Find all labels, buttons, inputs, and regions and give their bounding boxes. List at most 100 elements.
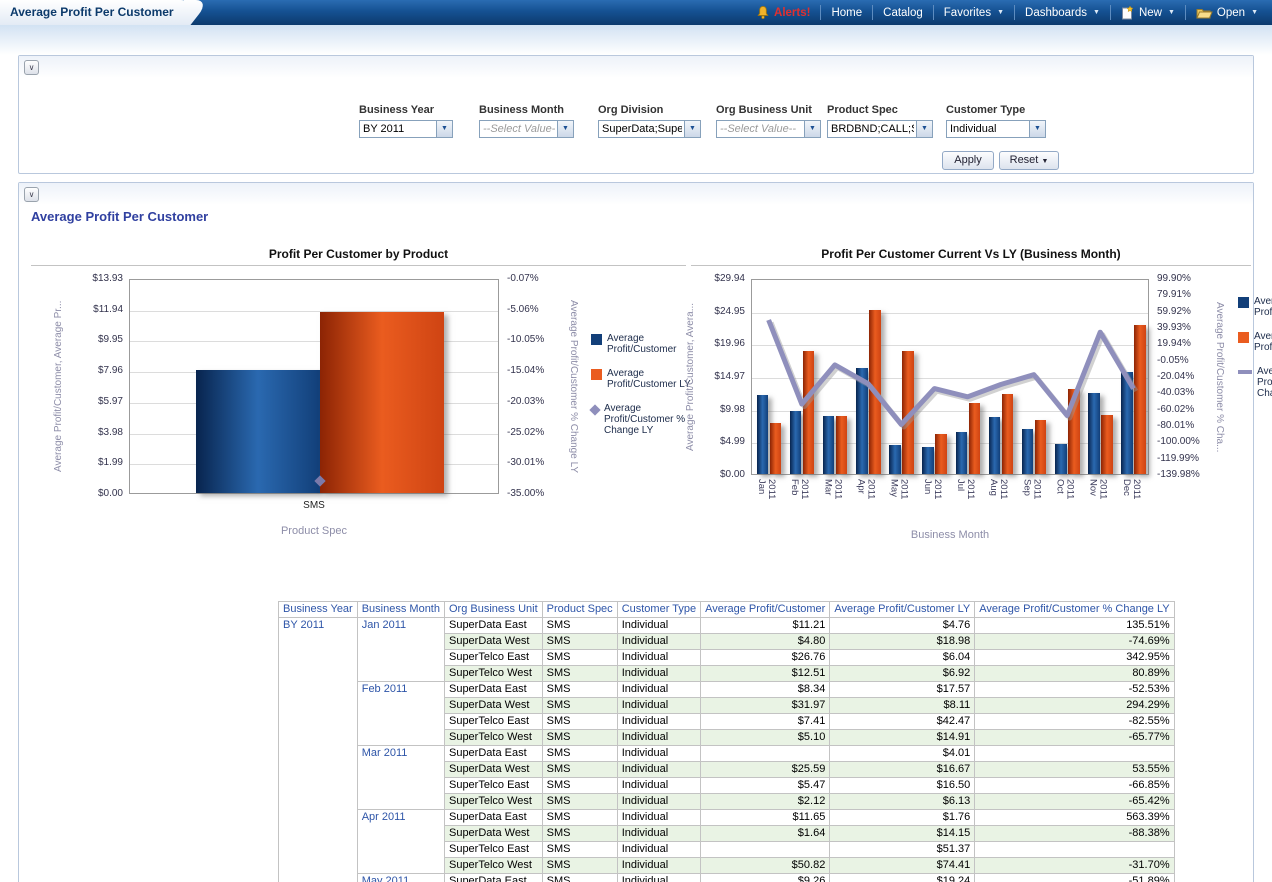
dropdown-arrow-icon[interactable]: ▼ [804, 121, 820, 137]
table-cell: SuperTelco West [444, 794, 542, 810]
bell-icon [756, 5, 770, 20]
legend-swatch [1238, 297, 1249, 308]
table-cell [975, 842, 1174, 858]
right-axis-tick: -119.99% [1157, 453, 1199, 464]
table-cell: -74.69% [975, 634, 1174, 650]
dropdown-arrow-icon[interactable]: ▼ [436, 121, 452, 137]
dashboard-page-tab[interactable]: Average Profit Per Customer [0, 0, 190, 25]
table-cell: SuperData East [444, 618, 542, 634]
left-axis-tick: $19.96 [695, 338, 745, 349]
plot-area [129, 279, 499, 494]
chart-title-underline [691, 265, 1251, 266]
dropdown-arrow-icon[interactable]: ▼ [1029, 121, 1045, 137]
filter-group-2: Org DivisionSuperData;Super▼ [598, 104, 701, 138]
table-cell: $11.65 [701, 810, 830, 826]
collapse-panel-button[interactable]: ∨ [24, 60, 39, 75]
left-axis-tick: $11.94 [65, 304, 123, 315]
nav-item-new[interactable]: New▼ [1111, 4, 1185, 21]
table-cell: Individual [617, 762, 700, 778]
table-cell: -65.42% [975, 794, 1174, 810]
x-category-label: May 2011 [889, 479, 909, 527]
filter-select-customer-type[interactable]: Individual▼ [946, 120, 1046, 138]
dropdown-arrow-icon[interactable]: ▼ [916, 121, 932, 137]
table-cell: $74.41 [830, 858, 975, 874]
table-cell: $6.04 [830, 650, 975, 666]
chart-profit-per-customer-by-product: Profit Per Customer by Product$13.93$11.… [31, 241, 686, 571]
legend-item: Average Profit/Customer % Change LY [591, 403, 691, 436]
x-category-label: Jan 2011 [756, 479, 776, 527]
dropdown-arrow-icon[interactable]: ▼ [557, 121, 573, 137]
legend-swatch [589, 404, 600, 415]
right-axis-tick: -5.06% [507, 304, 539, 315]
column-header: Org Business Unit [444, 602, 542, 618]
filter-select-product-spec[interactable]: BRDBND;CALL;SM▼ [827, 120, 933, 138]
filter-select-business-month[interactable]: --Select Value--▼ [479, 120, 574, 138]
column-header: Product Spec [542, 602, 617, 618]
filter-label: Product Spec [827, 104, 933, 116]
report-title: Average Profit Per Customer [31, 209, 208, 224]
table-cell: Individual [617, 794, 700, 810]
table-cell: SMS [542, 682, 617, 698]
alerts-item[interactable]: Alerts! [746, 4, 820, 21]
table-cell: Individual [617, 634, 700, 650]
apply-button[interactable]: Apply [942, 151, 994, 170]
table-cell: 80.89% [975, 666, 1174, 682]
table-cell: SuperData West [444, 762, 542, 778]
table-row: Feb 2011SuperData EastSMSIndividual$8.34… [279, 682, 1175, 698]
nav-item-favorites[interactable]: Favorites▼ [934, 4, 1014, 21]
table-cell: 135.51% [975, 618, 1174, 634]
table-cell: $42.47 [830, 714, 975, 730]
table-cell: SMS [542, 618, 617, 634]
x-category-label: Oct 2011 [1055, 479, 1075, 527]
table-cell: SuperTelco East [444, 778, 542, 794]
legend-label: Average Profit/Customer LY [1254, 331, 1272, 353]
caret-down-icon: ▼ [1093, 9, 1100, 16]
filter-select-org-division[interactable]: SuperData;Super▼ [598, 120, 701, 138]
nav-item-catalog[interactable]: Catalog [873, 4, 933, 21]
table-cell: 563.39% [975, 810, 1174, 826]
nav-item-home[interactable]: Home [821, 4, 872, 21]
left-axis-tick: $9.95 [65, 334, 123, 345]
table-cell: $25.59 [701, 762, 830, 778]
right-axis-tick: -40.03% [1157, 387, 1194, 398]
table-cell: $16.50 [830, 778, 975, 794]
table-cell: Individual [617, 650, 700, 666]
reset-button[interactable]: Reset ▼ [999, 151, 1059, 170]
table-cell: $51.37 [830, 842, 975, 858]
nav-item-dashboards[interactable]: Dashboards▼ [1015, 4, 1110, 21]
business-month-cell: Apr 2011 [357, 810, 444, 874]
filter-select-business-year[interactable]: BY 2011▼ [359, 120, 453, 138]
table-cell: 342.95% [975, 650, 1174, 666]
filter-group-3: Org Business Unit--Select Value--▼ [716, 104, 821, 138]
dropdown-arrow-icon[interactable]: ▼ [684, 121, 700, 137]
right-axis-tick: -139.98% [1157, 469, 1200, 480]
pct-change-line [752, 280, 1150, 476]
report-panel: ∨ Average Profit Per Customer Profit Per… [18, 182, 1254, 882]
caret-down-icon: ▼ [997, 9, 1004, 16]
table-cell: SuperTelco East [444, 842, 542, 858]
legend-item: Average Profit/Customer LY [1238, 331, 1272, 353]
table-cell: Individual [617, 778, 700, 794]
legend-label: Average Profit/Customer [1254, 296, 1272, 318]
legend-item: Average Profit/Customer [591, 333, 691, 355]
dashboard-page-tab-label: Average Profit Per Customer [10, 5, 174, 19]
column-header: Average Profit/Customer [701, 602, 830, 618]
legend-label: Average Profit/Customer [607, 333, 691, 355]
nav-item-open[interactable]: Open▼ [1186, 4, 1268, 21]
left-axis-title: Average Profit/Customer, Avera... [685, 279, 698, 475]
table-cell: SuperTelco West [444, 730, 542, 746]
collapse-panel-button[interactable]: ∨ [24, 187, 39, 202]
filter-select-value: --Select Value-- [483, 121, 555, 137]
table-cell: SMS [542, 666, 617, 682]
table-cell: SuperData East [444, 874, 542, 882]
table-row: Apr 2011SuperData EastSMSIndividual$11.6… [279, 810, 1175, 826]
table-cell: SuperData West [444, 698, 542, 714]
global-header-bar: Average Profit Per Customer Alerts!HomeC… [0, 0, 1272, 25]
panel-header-gradient [19, 56, 1253, 78]
caret-down-icon: ▼ [1168, 9, 1175, 16]
right-axis-tick: 79.91% [1157, 289, 1191, 300]
business-month-cell: Jan 2011 [357, 618, 444, 682]
chart-title: Profit Per Customer Current Vs LY (Busin… [691, 247, 1251, 261]
legend-swatch [591, 369, 602, 380]
filter-select-org-business-unit[interactable]: --Select Value--▼ [716, 120, 821, 138]
